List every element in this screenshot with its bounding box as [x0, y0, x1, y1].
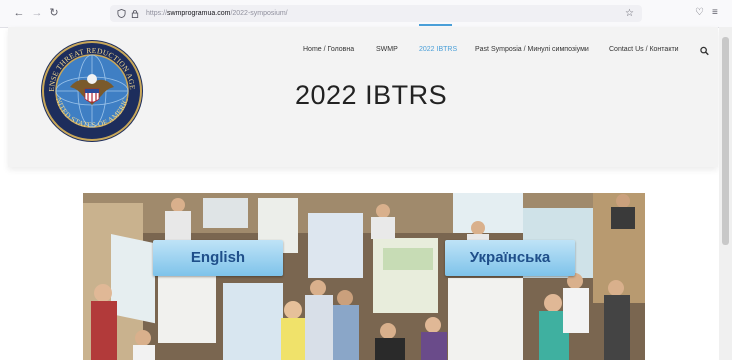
address-bar[interactable]: https://swmprogramua.com/2022-symposium/… — [110, 5, 642, 22]
shield-icon[interactable] — [117, 9, 126, 18]
active-nav-indicator — [419, 24, 452, 26]
nav-home[interactable]: Home / Головна — [303, 43, 354, 57]
site-header: DEFENSE THREAT REDUCTION AGENCY UNITED S… — [8, 24, 718, 167]
app-menu-icon[interactable]: ≡ — [712, 6, 718, 20]
reload-icon[interactable]: ↻ — [47, 6, 61, 20]
ukrainian-button[interactable]: Українська — [445, 240, 575, 276]
hero-photo: English Українська — [83, 193, 645, 360]
url-path: /2022-symposium/ — [230, 10, 288, 17]
nav-swmp[interactable]: SWMP — [376, 43, 398, 57]
lock-icon[interactable] — [131, 9, 139, 18]
back-icon[interactable]: ← — [12, 6, 26, 20]
search-icon[interactable] — [700, 44, 709, 58]
url-domain: swmprogramua.com — [167, 10, 231, 17]
bookmark-star-icon[interactable]: ☆ — [625, 7, 634, 20]
page-scrollbar[interactable] — [719, 27, 732, 360]
english-button[interactable]: English — [153, 240, 283, 276]
scrollbar-thumb[interactable] — [722, 37, 729, 245]
url-text[interactable]: https://swmprogramua.com/2022-symposium/ — [146, 8, 288, 19]
url-scheme: https:// — [146, 10, 168, 17]
pocket-icon[interactable]: ♡ — [695, 6, 704, 20]
nav-2022-ibtrs[interactable]: 2022 IBTRS — [419, 43, 457, 57]
page-title: 2022 IBTRS — [295, 80, 448, 110]
dtra-seal-logo[interactable]: DEFENSE THREAT REDUCTION AGENCY UNITED S… — [40, 39, 144, 143]
poster-session-photo — [83, 193, 645, 360]
forward-icon[interactable]: → — [30, 6, 44, 20]
browser-toolbar: ← → ↻ https://swmprogramua.com/2022-symp… — [0, 0, 732, 28]
nav-contact-us[interactable]: Contact Us / Контакти — [609, 43, 679, 57]
nav-past-symposia[interactable]: Past Symposia / Минулі симпозіуми — [475, 43, 589, 57]
